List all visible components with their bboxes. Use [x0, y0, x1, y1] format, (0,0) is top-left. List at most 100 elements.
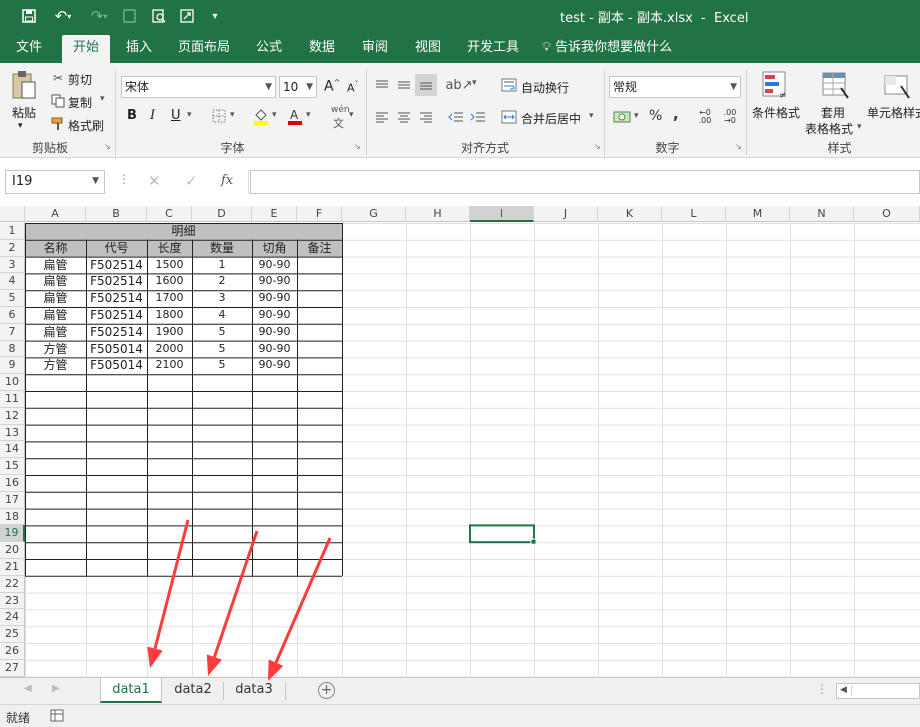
- alignment-launcher-icon[interactable]: ↘: [594, 142, 601, 151]
- align-left-icon[interactable]: [372, 107, 392, 127]
- cell-styles-icon[interactable]: [882, 69, 912, 101]
- row-header-4[interactable]: 4: [0, 273, 25, 291]
- tab-review[interactable]: 审阅: [354, 32, 396, 63]
- scroll-tabs-right-icon[interactable]: ▶: [52, 683, 60, 694]
- row-header-15[interactable]: 15: [0, 458, 25, 475]
- borders-icon[interactable]: [210, 108, 228, 124]
- column-header-o[interactable]: O: [854, 206, 920, 222]
- sheet-tab-data3[interactable]: data3: [224, 678, 284, 703]
- decrease-decimal-icon[interactable]: .00 →0: [719, 107, 741, 127]
- column-header-g[interactable]: G: [342, 206, 406, 222]
- percent-style-button[interactable]: %: [649, 108, 662, 124]
- customize-qat-icon[interactable]: ▾: [204, 5, 226, 27]
- row-header-11[interactable]: 11: [0, 391, 25, 408]
- table-cell[interactable]: 1500: [147, 257, 192, 274]
- scroll-tabs-left-icon[interactable]: ◀: [24, 683, 32, 694]
- table-cell[interactable]: 2100: [147, 357, 192, 374]
- align-top-icon[interactable]: [372, 75, 392, 95]
- table-cell[interactable]: 90-90: [252, 307, 297, 324]
- table-cell[interactable]: [297, 357, 342, 374]
- table-cell[interactable]: 90-90: [252, 357, 297, 374]
- format-as-table-line2[interactable]: 表格格式: [805, 120, 853, 137]
- tab-file[interactable]: 文件: [6, 32, 52, 63]
- tab-formulas[interactable]: 公式: [248, 32, 290, 63]
- column-header-e[interactable]: E: [252, 206, 297, 222]
- select-all-corner[interactable]: [0, 206, 25, 222]
- scroll-left-icon[interactable]: ◀: [840, 685, 847, 695]
- table-cell[interactable]: [297, 273, 342, 290]
- phonetic-button[interactable]: wén: [331, 105, 350, 115]
- formula-input[interactable]: [250, 170, 920, 194]
- split-handle-icon[interactable]: ⋮: [816, 682, 828, 696]
- table-cell[interactable]: 1700: [147, 290, 192, 307]
- column-header-j[interactable]: J: [534, 206, 598, 222]
- column-header-k[interactable]: K: [598, 206, 662, 222]
- row-header-19[interactable]: 19: [0, 525, 25, 543]
- column-header-d[interactable]: D: [192, 206, 252, 222]
- paste-button[interactable]: 粘贴: [12, 104, 36, 121]
- row-header-21[interactable]: 21: [0, 559, 25, 576]
- copy-dropdown-icon[interactable]: ▾: [100, 94, 105, 104]
- number-launcher-icon[interactable]: ↘: [735, 142, 742, 151]
- table-cell[interactable]: 90-90: [252, 273, 297, 290]
- accounting-dropdown-icon[interactable]: ▾: [634, 111, 639, 121]
- table-header-cell[interactable]: 数量: [192, 240, 252, 257]
- table-cell[interactable]: 1: [192, 257, 252, 274]
- align-bottom-icon[interactable]: [415, 74, 437, 96]
- merge-center-icon[interactable]: [500, 108, 518, 126]
- tab-home[interactable]: 开始: [62, 35, 110, 63]
- format-painter-icon[interactable]: [50, 116, 66, 132]
- align-center-icon[interactable]: [394, 107, 414, 127]
- fill-color-icon[interactable]: [252, 106, 270, 126]
- increase-decimal-icon[interactable]: ←0.00: [694, 107, 716, 127]
- row-header-16[interactable]: 16: [0, 475, 25, 492]
- table-cell[interactable]: 3: [192, 290, 252, 307]
- row-header-27[interactable]: 27: [0, 659, 25, 677]
- enter-icon[interactable]: ✓: [185, 172, 198, 190]
- name-box[interactable]: I19 ▼: [5, 170, 105, 194]
- format-as-table-line1[interactable]: 套用: [821, 104, 845, 121]
- paste-dropdown-icon[interactable]: ▾: [18, 121, 23, 131]
- table-cell[interactable]: F502514: [86, 307, 147, 324]
- tab-developer[interactable]: 开发工具: [462, 32, 524, 63]
- copy-icon[interactable]: [50, 93, 66, 109]
- horizontal-scrollbar[interactable]: ◀: [836, 683, 920, 699]
- spreadsheet-compare-icon[interactable]: [176, 5, 198, 27]
- column-header-h[interactable]: H: [406, 206, 470, 222]
- column-header-f[interactable]: F: [297, 206, 342, 222]
- tell-me-box[interactable]: 💡︎ 告诉我你想要做什么: [542, 32, 682, 63]
- orientation-dropdown-icon[interactable]: ▾: [472, 78, 477, 88]
- format-painter-button[interactable]: 格式刷: [68, 117, 104, 134]
- row-header-1[interactable]: 1: [0, 223, 25, 240]
- table-cell[interactable]: F502514: [86, 324, 147, 341]
- insert-function-icon[interactable]: fx: [221, 173, 233, 188]
- wrap-text-icon[interactable]: [500, 76, 518, 94]
- comma-style-button[interactable]: ,: [673, 105, 679, 123]
- clipboard-launcher-icon[interactable]: ↘: [104, 142, 111, 151]
- table-header-cell[interactable]: 长度: [147, 240, 192, 257]
- row-header-22[interactable]: 22: [0, 575, 25, 593]
- increase-indent-icon[interactable]: [468, 107, 488, 127]
- table-cell[interactable]: 扁管: [25, 324, 86, 341]
- table-cell[interactable]: 1900: [147, 324, 192, 341]
- table-cell[interactable]: 1800: [147, 307, 192, 324]
- table-title-cell[interactable]: 明细: [25, 223, 342, 240]
- table-cell[interactable]: 90-90: [252, 290, 297, 307]
- table-cell[interactable]: [297, 307, 342, 324]
- orientation-icon[interactable]: ab↗: [445, 75, 472, 95]
- font-color-dropdown-icon[interactable]: ▾: [306, 110, 311, 120]
- row-header-3[interactable]: 3: [0, 256, 25, 274]
- column-header-c[interactable]: C: [147, 206, 192, 222]
- column-header-i[interactable]: I: [470, 206, 534, 222]
- column-header-n[interactable]: N: [790, 206, 854, 222]
- table-header-cell[interactable]: 备注: [297, 240, 342, 257]
- row-header-20[interactable]: 20: [0, 542, 25, 559]
- row-header-17[interactable]: 17: [0, 491, 25, 509]
- worksheet-grid[interactable]: A B C D E F G H I J K L M N O 1 2 3 4 5 6 7 8 9 10 11 12 13 14 15 16 17…: [0, 206, 920, 677]
- sheet-tab-data2[interactable]: data2: [163, 678, 223, 703]
- touch-mode-icon[interactable]: [118, 5, 140, 27]
- table-cell[interactable]: F505014: [86, 357, 147, 374]
- copy-button[interactable]: 复制: [68, 94, 92, 111]
- table-cell[interactable]: 扁管: [25, 257, 86, 274]
- wrap-text-button[interactable]: 自动换行: [521, 79, 569, 96]
